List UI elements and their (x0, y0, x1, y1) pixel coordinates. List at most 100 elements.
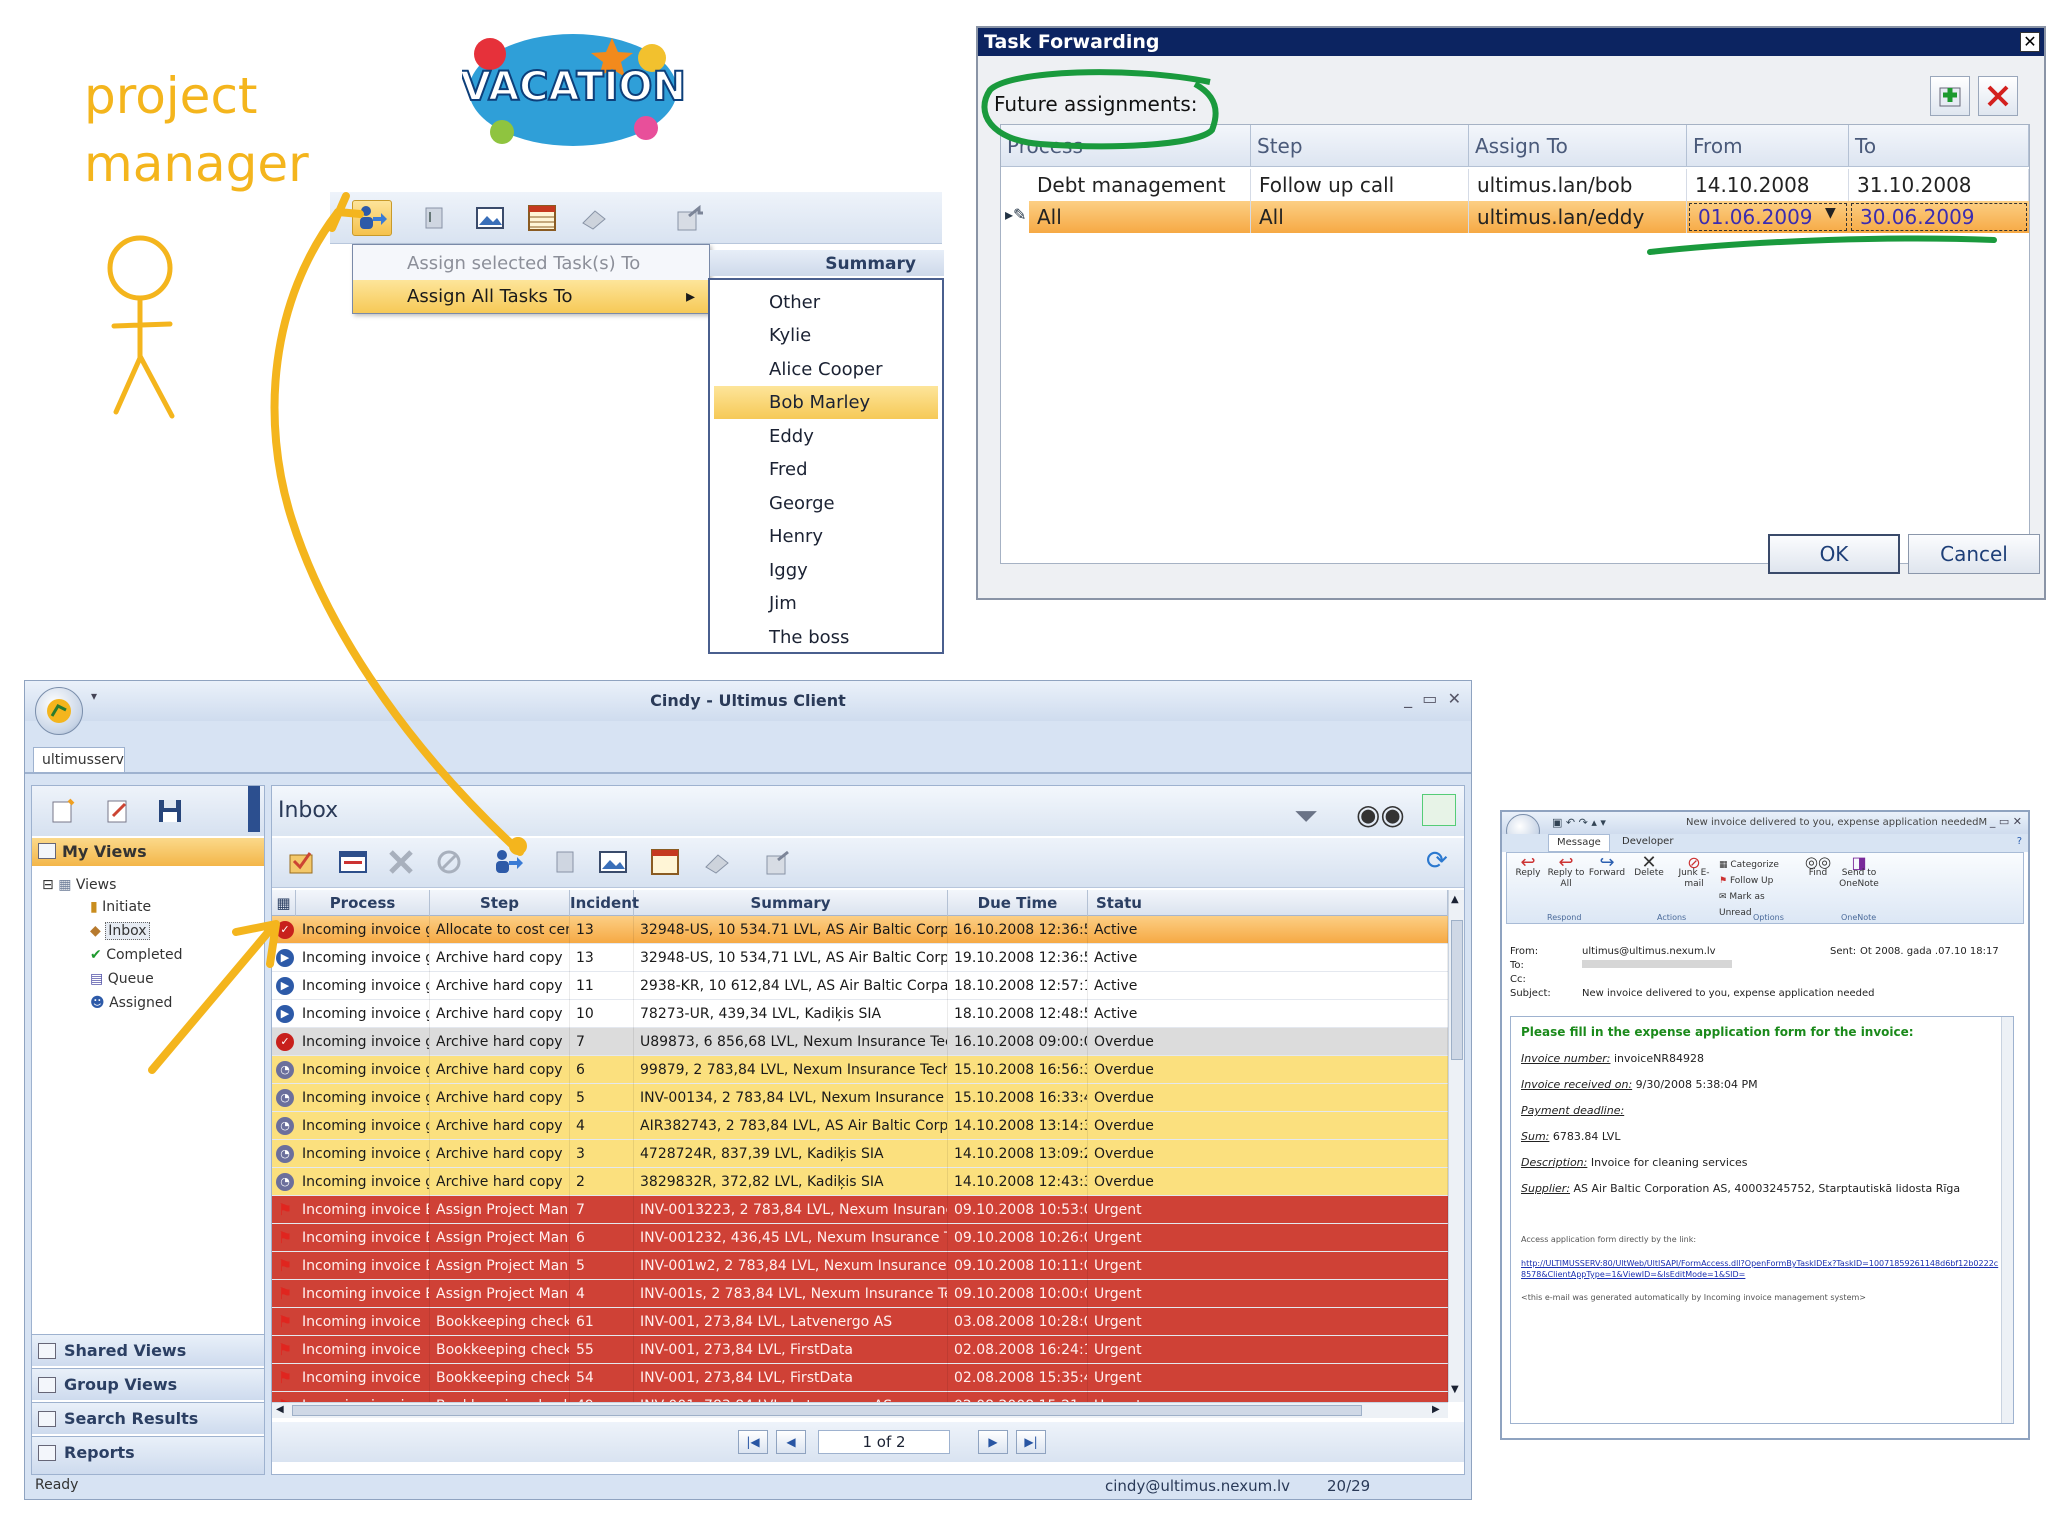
scroll-left-icon[interactable]: ◀ (276, 1404, 284, 1415)
grid-options-icon[interactable]: ▦ (272, 890, 296, 916)
user-item[interactable]: The boss (714, 621, 938, 654)
col-incident[interactable]: Incident (570, 890, 639, 916)
pane-collapse-handle[interactable] (248, 786, 260, 832)
prev-page-icon[interactable]: ◀ (776, 1430, 806, 1454)
table-row[interactable]: ◔Incoming invoice genericArchive hard co… (272, 1112, 1448, 1140)
user-item[interactable]: Eddy (714, 420, 938, 453)
col-process[interactable]: Process (296, 890, 430, 916)
form-button[interactable] (336, 846, 370, 878)
assign-all-tasks-item[interactable]: Assign All Tasks To ▸ (353, 280, 709, 313)
eraser-button[interactable] (574, 200, 614, 236)
mail-window-controls[interactable]: _ ▭ ✕ (1990, 815, 2022, 828)
cancel-task-button[interactable] (432, 846, 466, 878)
col-assign-to[interactable]: Assign To (1469, 125, 1687, 167)
export-button[interactable] (670, 200, 710, 236)
layout-toggle-icon[interactable] (1422, 794, 1456, 826)
quick-access-icons[interactable]: ▣ ↶ ↷ ▴ ▾ (1552, 816, 1606, 829)
from-value[interactable]: ultimus@ultimus.nexum.lv (1582, 946, 1716, 957)
table-row[interactable]: ⚑ Incoming invoice Bookkeeping check 54 INV-… (272, 1364, 1448, 1392)
eraser-button[interactable] (700, 846, 734, 878)
assign-forward-button[interactable] (352, 200, 392, 236)
follow-up-button[interactable]: ⚑ Follow Up (1719, 873, 1799, 889)
nav-reports[interactable]: Reports (32, 1436, 264, 1474)
scroll-thumb[interactable] (1451, 920, 1463, 1060)
col-summary[interactable]: Summary (634, 890, 948, 916)
tree-item-queue[interactable]: ▤ Queue (90, 968, 154, 990)
table-button[interactable] (648, 846, 682, 878)
scroll-right-icon[interactable]: ▶ (1432, 1404, 1440, 1415)
table-row[interactable]: ▶Incoming invoice genericArchive hard co… (272, 944, 1448, 972)
tools-button[interactable] (384, 846, 418, 878)
tree-item-completed[interactable]: ✔ Completed (90, 944, 183, 966)
save-button[interactable] (150, 796, 190, 826)
table-row[interactable]: ⚑Incoming invoice EMCAssign Project Mana… (272, 1224, 1448, 1252)
first-page-icon[interactable]: |◀ (738, 1430, 768, 1454)
edit-button[interactable] (98, 796, 138, 826)
table-row[interactable]: ⚑Incoming invoiceBookkeeping check49INV-… (272, 1392, 1448, 1402)
vertical-scrollbar[interactable]: ▲ ▼ (1448, 890, 1464, 1402)
close-icon[interactable]: ✕ (2020, 32, 2040, 52)
col-status[interactable]: Statu (1088, 890, 1448, 916)
scroll-down-icon[interactable]: ▼ (1451, 1384, 1459, 1395)
col-step[interactable]: Step (430, 890, 570, 916)
table-row[interactable]: ◔Incoming invoice genericArchive hard co… (272, 1084, 1448, 1112)
tree-item-assigned[interactable]: ☻ Assigned (90, 992, 172, 1014)
help-icon[interactable]: ? (2017, 836, 2022, 847)
nav-search-results[interactable]: Search Results (32, 1402, 264, 1434)
row1-process[interactable]: Debt management (1029, 169, 1251, 201)
attachment-button[interactable] (414, 200, 454, 236)
export-button[interactable] (762, 846, 796, 878)
forward-button[interactable]: ↪ Forward (1587, 854, 1627, 879)
col-due-time[interactable]: Due Time (948, 890, 1088, 916)
table-row[interactable]: ◔Incoming invoice genericArchive hard co… (272, 1140, 1448, 1168)
tree-item-initiate[interactable]: ▮ Initiate (90, 896, 151, 918)
user-item[interactable]: Alice Cooper (714, 353, 938, 386)
tab-message[interactable]: Message (1548, 834, 1610, 852)
horizontal-scrollbar[interactable]: ◀ ▶ (272, 1402, 1448, 1418)
close-window-icon[interactable]: ✕ (1448, 689, 1461, 708)
assign-forward-button[interactable] (488, 846, 532, 878)
add-assignment-button[interactable] (1930, 76, 1970, 116)
server-tab[interactable]: ultimusserv (33, 747, 125, 773)
table-row[interactable]: ◔Incoming invoice genericArchive hard co… (272, 1056, 1448, 1084)
delete-assignment-button[interactable] (1978, 76, 2018, 116)
attachment-button[interactable] (548, 846, 582, 878)
views-tree-root[interactable]: ⊟ ▦ Views (42, 874, 116, 896)
table-row[interactable]: ▶Incoming invoice genericArchive hard co… (272, 972, 1448, 1000)
cancel-button[interactable]: Cancel (1908, 534, 2040, 574)
row2-to-date-input[interactable]: 30.06.2009 (1851, 203, 2027, 231)
nav-group-views[interactable]: Group Views (32, 1368, 264, 1400)
minimize-icon[interactable]: _ (1404, 689, 1412, 708)
send-onenote-button[interactable]: ◨ Send to OneNote (1837, 855, 1881, 890)
table-row[interactable]: ◔Incoming invoice genericArchive hard co… (272, 1168, 1448, 1196)
refresh-icon[interactable]: ⟳ (1426, 846, 1448, 876)
table-row[interactable]: ✓Incoming invoice genericAllocate to cos… (272, 916, 1448, 945)
table-row[interactable]: ⚑ Incoming invoice Bookkeeping check 61 INV-… (272, 1308, 1448, 1336)
user-item-highlighted[interactable]: Bob Marley (714, 386, 938, 419)
scroll-up-icon[interactable]: ▲ (1451, 894, 1459, 905)
mail-scrollbar[interactable] (2001, 1017, 2013, 1423)
row2-assign-to[interactable]: ultimus.lan/eddy (1469, 201, 1687, 233)
ok-button[interactable]: OK (1768, 534, 1900, 574)
last-page-icon[interactable]: ▶| (1016, 1430, 1046, 1454)
row2-process[interactable]: All (1029, 201, 1251, 233)
col-from[interactable]: From (1687, 125, 1849, 167)
find-button[interactable]: ◎◎ Find (1803, 855, 1833, 879)
table-row[interactable]: ▶Incoming invoice genericArchive hard co… (272, 1000, 1448, 1028)
user-item[interactable]: Kylie (714, 319, 938, 352)
col-to[interactable]: To (1849, 125, 2029, 167)
row2-step[interactable]: All (1251, 201, 1469, 233)
table-row[interactable]: ✓Incoming invoice genericArchive hard co… (272, 1028, 1448, 1056)
my-views-header[interactable]: My Views (32, 838, 264, 866)
delete-button[interactable]: ✕ Delete (1633, 854, 1665, 879)
row2-from-date-input[interactable]: 01.06.2009 (1689, 203, 1847, 231)
row1-step[interactable]: Follow up call (1251, 169, 1469, 201)
user-item[interactable]: Fred (714, 453, 938, 486)
quick-access-dropdown-icon[interactable]: ▾ (91, 689, 97, 703)
col-step[interactable]: Step (1251, 125, 1469, 167)
assign-selected-tasks-item[interactable]: Assign selected Task(s) To (353, 247, 709, 280)
reply-button[interactable]: ↩ Reply (1511, 854, 1545, 879)
reply-all-button[interactable]: ↩ Reply to All (1547, 854, 1585, 890)
maximize-icon[interactable]: ▭ (1422, 689, 1437, 708)
find-binoculars-icon[interactable]: ◉◉ (1356, 790, 1405, 840)
